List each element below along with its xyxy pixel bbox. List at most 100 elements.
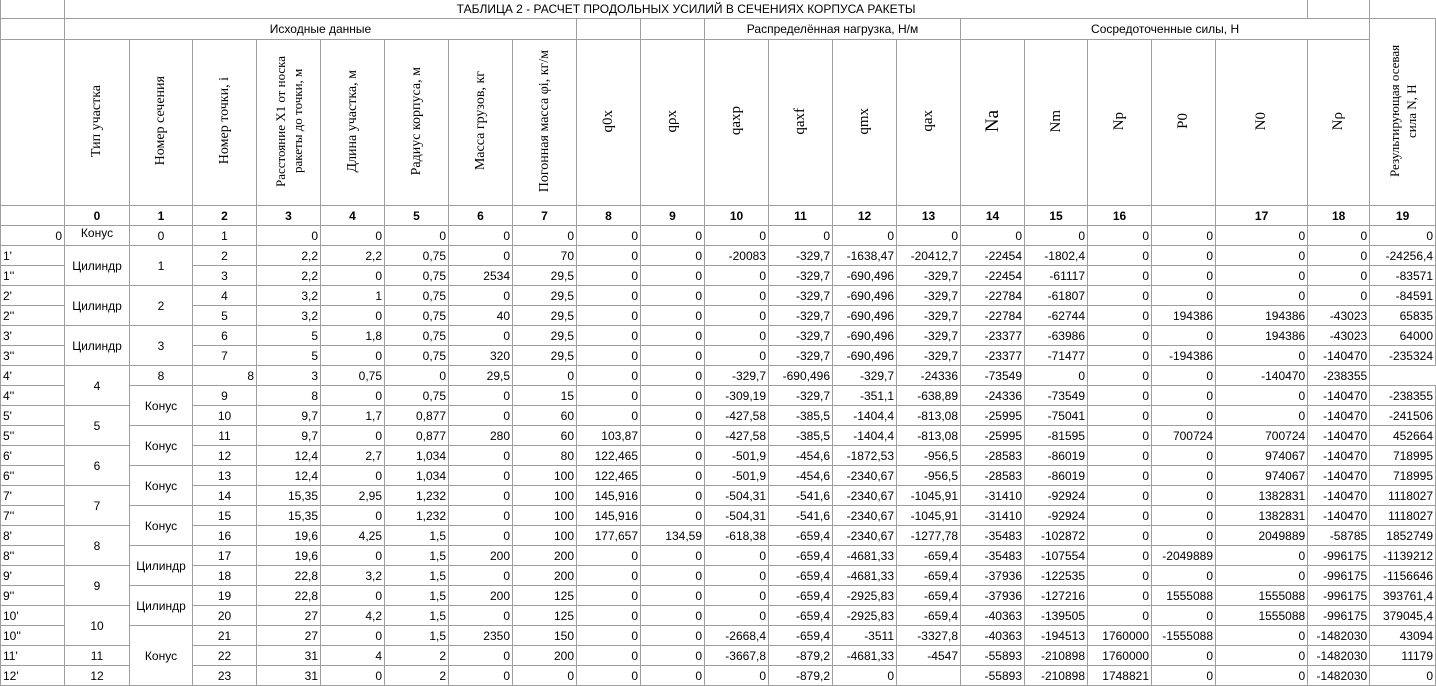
table-cell[interactable]: 0: [704, 545, 769, 566]
table-cell[interactable]: -40363: [960, 625, 1025, 646]
row-label[interactable]: 1': [0, 245, 65, 266]
table-cell[interactable]: 0: [704, 225, 769, 246]
table-cell[interactable]: 2534: [448, 265, 513, 286]
table-cell[interactable]: -122535: [1024, 565, 1088, 586]
table-cell[interactable]: 1,5: [384, 585, 449, 606]
section-type-cell[interactable]: Цилиндр: [64, 245, 130, 286]
table-cell[interactable]: 393761,4: [1369, 585, 1436, 606]
table-cell[interactable]: 0: [576, 665, 641, 686]
table-cell[interactable]: 0: [576, 545, 641, 566]
table-cell[interactable]: 29,5: [512, 305, 577, 326]
table-cell[interactable]: -813,08: [896, 425, 961, 446]
table-cell[interactable]: 2: [192, 245, 257, 266]
table-cell[interactable]: 0: [320, 265, 385, 286]
table-cell[interactable]: -140470: [1307, 405, 1371, 426]
table-cell[interactable]: -309,19: [704, 385, 769, 406]
table-cell[interactable]: 0: [640, 265, 705, 286]
table-cell[interactable]: -329,7: [768, 325, 833, 346]
table-cell[interactable]: 29,5: [512, 285, 577, 306]
table-cell[interactable]: 0: [1214, 625, 1309, 646]
table-cell[interactable]: -659,4: [768, 605, 833, 626]
table-cell[interactable]: 0: [256, 225, 321, 246]
table-cell[interactable]: 0: [448, 325, 513, 346]
row-label[interactable]: 5': [0, 405, 65, 426]
table-cell[interactable]: 2350: [448, 625, 513, 646]
table-cell[interactable]: 15: [192, 505, 257, 526]
section-type-cell[interactable]: Конус: [129, 625, 193, 686]
table-cell[interactable]: 0: [640, 585, 705, 606]
table-cell[interactable]: 0: [1087, 365, 1152, 386]
table-cell[interactable]: 1555088: [1214, 605, 1309, 626]
table-cell[interactable]: -43023: [1307, 305, 1371, 326]
table-cell[interactable]: 1748821: [1087, 665, 1152, 686]
row-label[interactable]: 6': [0, 445, 65, 466]
table-cell[interactable]: -329,7: [768, 245, 833, 266]
row-label[interactable]: 7'': [0, 505, 65, 526]
table-cell[interactable]: -638,89: [896, 385, 961, 406]
row-label[interactable]: 9'': [0, 585, 65, 606]
table-cell[interactable]: 0: [1214, 565, 1309, 586]
table-cell[interactable]: 1118027: [1369, 485, 1436, 506]
table-cell[interactable]: -329,7: [768, 285, 833, 306]
table-cell[interactable]: -2340,67: [832, 485, 897, 506]
section-number-cell[interactable]: 3: [129, 325, 193, 366]
table-cell[interactable]: -690,496: [768, 365, 833, 386]
table-cell[interactable]: 0: [1151, 605, 1216, 626]
table-cell[interactable]: -28583: [960, 445, 1025, 466]
table-cell[interactable]: -501,9: [704, 445, 769, 466]
table-cell[interactable]: -1482030: [1307, 625, 1371, 646]
table-cell[interactable]: 0: [576, 285, 641, 306]
row-label[interactable]: 2'': [0, 305, 65, 326]
table-cell[interactable]: 0: [1087, 525, 1152, 546]
table-cell[interactable]: 0: [1151, 445, 1216, 466]
table-cell[interactable]: 2,2: [256, 265, 321, 286]
table-cell[interactable]: -235324: [1369, 345, 1436, 366]
table-cell[interactable]: -61117: [1024, 265, 1088, 286]
table-cell[interactable]: 0: [640, 245, 705, 266]
table-cell[interactable]: 194386: [1214, 305, 1309, 326]
table-cell[interactable]: 15,35: [256, 505, 321, 526]
table-cell[interactable]: 0: [448, 645, 513, 666]
table-cell[interactable]: 12: [192, 445, 257, 466]
table-cell[interactable]: 1555088: [1214, 585, 1309, 606]
table-cell[interactable]: -3327,8: [896, 625, 961, 646]
table-cell[interactable]: 0: [1307, 285, 1371, 306]
table-cell[interactable]: -23377: [960, 345, 1025, 366]
table-cell[interactable]: 0: [704, 345, 769, 366]
table-cell[interactable]: 8: [129, 365, 193, 386]
table-cell[interactable]: 0: [576, 625, 641, 646]
table-cell[interactable]: -2925,83: [832, 605, 897, 626]
table-cell[interactable]: -996175: [1307, 585, 1371, 606]
table-cell[interactable]: 700724: [1151, 425, 1216, 446]
section-number-cell[interactable]: 6: [64, 445, 130, 486]
table-cell[interactable]: 0: [320, 505, 385, 526]
table-cell[interactable]: -62744: [1024, 305, 1088, 326]
section-number-cell[interactable]: 10: [64, 605, 130, 646]
table-cell[interactable]: 27: [256, 605, 321, 626]
table-cell[interactable]: 200: [512, 545, 577, 566]
table-cell[interactable]: 18: [192, 565, 257, 586]
table-cell[interactable]: 3: [192, 265, 257, 286]
table-cell[interactable]: -2340,67: [832, 525, 897, 546]
table-cell[interactable]: -1802,4: [1024, 245, 1088, 266]
table-cell[interactable]: -329,7: [896, 265, 961, 286]
table-cell[interactable]: -75041: [1024, 405, 1088, 426]
table-cell[interactable]: -241506: [1369, 405, 1436, 426]
table-cell[interactable]: 134,59: [640, 525, 705, 546]
table-cell[interactable]: 1,5: [384, 545, 449, 566]
table-cell[interactable]: 194386: [1214, 325, 1309, 346]
table-cell[interactable]: 0: [384, 225, 449, 246]
table-cell[interactable]: 19,6: [256, 545, 321, 566]
table-cell[interactable]: 0: [1087, 545, 1152, 566]
table-cell[interactable]: 0: [576, 265, 641, 286]
table-cell[interactable]: -4547: [896, 645, 961, 666]
table-cell[interactable]: 0: [640, 565, 705, 586]
table-cell[interactable]: 0: [576, 245, 641, 266]
table-cell[interactable]: 0: [640, 445, 705, 466]
table-cell[interactable]: -140470: [1214, 365, 1309, 386]
table-cell[interactable]: 0: [448, 485, 513, 506]
table-cell[interactable]: 718995: [1369, 465, 1436, 486]
row-label[interactable]: 1'': [0, 265, 65, 286]
table-cell[interactable]: 0: [640, 305, 705, 326]
table-cell[interactable]: -71477: [1024, 345, 1088, 366]
